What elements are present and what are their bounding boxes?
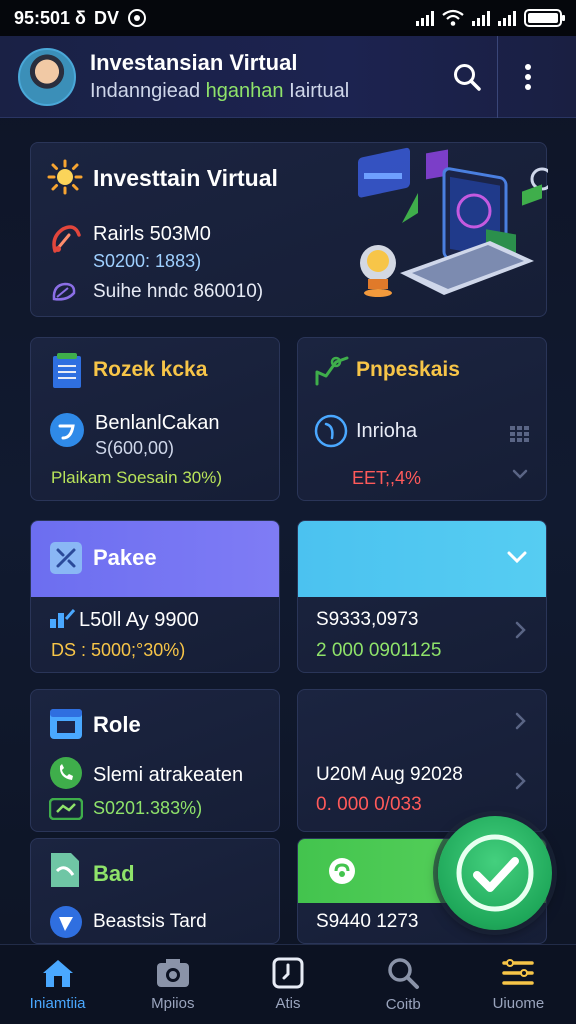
balance-line-2: 2 000 0901125 [316,640,442,661]
battery-icon [524,9,565,27]
search-icon [388,958,420,989]
bad-line-1: Beastsis Tard [93,911,207,932]
chevron-down-icon[interactable] [512,468,528,480]
trend-chart-icon [315,356,349,386]
nav-label-home: Iniamtiia [29,995,86,1012]
more-vertical-icon [525,63,531,90]
header-title: Investansian Virtual [90,50,298,75]
confirm-fab-button[interactable] [438,816,552,930]
grid-icon [510,426,529,442]
home-icon [42,960,73,987]
hero-line-2: S0200: 1883) [93,251,202,271]
sun-icon [47,159,83,195]
status-bar: 95:501 δ DV [0,0,576,36]
transaction-line-1: U20M Aug 92028 [316,764,463,785]
leaf-icon [52,282,76,301]
nav-item-menu[interactable]: Uiuome [461,945,576,1024]
bad-card[interactable]: Bad Beastsis Tard [30,838,280,944]
watchlist-title: Rozek kcka [93,358,208,381]
nav-label-photos: Mpiios [151,995,195,1012]
performance-title: Pnpeskais [356,358,460,381]
signal-icon [416,10,434,26]
role-line-1: Slemi atrakeaten [93,764,244,786]
transaction-line-2: 0. 000 0/033 [316,794,422,815]
search-icon [454,63,481,91]
nav-label-alerts: Atis [275,995,301,1012]
status-line-1: S9440 1273 [316,911,419,932]
notification-icon [127,9,146,27]
package-line-1: L50ll Ay 9900 [79,609,199,631]
menu-icon [502,959,535,985]
nav-label-menu: Uiuome [492,995,545,1012]
package-card[interactable]: Pakee L50ll Ay 9900 DS : 5000;°30%) [30,520,280,673]
wifi-icon [442,9,464,26]
watchlist-asset-name: BenlanlCakan [95,412,220,434]
balance-card[interactable]: S9333,0973 2 000 0901125 [297,520,547,673]
hero-card[interactable]: Investtain Virtual Rairls 503M0 S0200: 1… [30,142,548,317]
camera-icon [156,959,189,987]
hero-title: Investtain Virtual [93,165,278,191]
clock-icon [272,957,304,989]
role-line-2: S0201.383%) [93,798,203,818]
search-button[interactable] [437,36,497,118]
chevron-right-icon[interactable] [514,621,526,639]
bottom-navigation: Iniamtiia Mpiios Atis Coitb Uiuome [0,944,576,1024]
header-subtitle-c: Iairtual [283,80,350,102]
refresh-icon [329,858,355,884]
nav-item-search[interactable]: Coitb [346,945,461,1024]
role-card[interactable]: Role Slemi atrakeaten S0201.383%) [30,689,280,832]
watchlist-footer: Plaikam Soesain 30%) [51,468,223,487]
transaction-card[interactable]: U20M Aug 92028 0. 000 0/033 [297,689,547,832]
header-subtitle-b: hganhan [205,80,284,102]
header-subtitle: Indanngiead hganhan Iairtual [90,80,437,103]
hero-line-3: Suihe hndc 860010) [93,281,264,302]
signal-icon-2 [472,10,490,26]
bar-chart-icon [50,609,75,628]
nav-item-alerts[interactable]: Atis [230,945,345,1024]
nav-label-search: Coitb [385,996,421,1013]
package-line-2: DS : 5000;°30%) [51,640,186,660]
watchlist-asset-value: S(600,00) [95,438,175,458]
chevron-down-icon[interactable] [506,549,528,565]
performance-change: EET;,4% [352,468,422,488]
performance-card[interactable]: Pnpeskais Inrioha EET;,4% [297,337,547,501]
performance-asset-name: Inrioha [356,420,418,442]
header-subtitle-a: Indanngiead [90,80,206,102]
signal-icon-3 [498,10,516,26]
list-document-icon [53,353,81,388]
nav-item-photos[interactable]: Mpiios [115,945,230,1024]
package-title: Pakee [93,545,157,570]
more-button[interactable] [498,36,558,118]
cash-icon [49,798,83,820]
status-time: 95:501 δ [14,7,86,28]
balance-line-1: S9333,0973 [316,609,419,630]
laptop-illustration [358,147,548,297]
hero-line-1: Rairls 503M0 [93,223,211,245]
check-icon [456,834,534,912]
watchlist-card[interactable]: Rozek kcka BenlanlCakan S(600,00) Plaika… [30,337,280,501]
avatar[interactable] [18,47,76,106]
bad-title: Bad [93,861,135,886]
shield-badge-icon [50,906,82,938]
tools-icon [50,542,82,574]
account-badge-icon [50,413,84,447]
calendar-icon [50,709,82,739]
chevron-right-icon[interactable] [514,712,526,730]
app-header: Investansian Virtual Indanngiead hganhan… [0,35,576,118]
clock-icon [314,414,348,448]
chevron-right-icon[interactable] [514,772,526,790]
gauge-icon [52,225,81,253]
nav-item-home[interactable]: Iniamtiia [0,945,115,1024]
document-icon [51,853,79,887]
status-extra: DV [93,7,119,28]
phone-icon [50,757,82,789]
role-title: Role [93,712,141,737]
